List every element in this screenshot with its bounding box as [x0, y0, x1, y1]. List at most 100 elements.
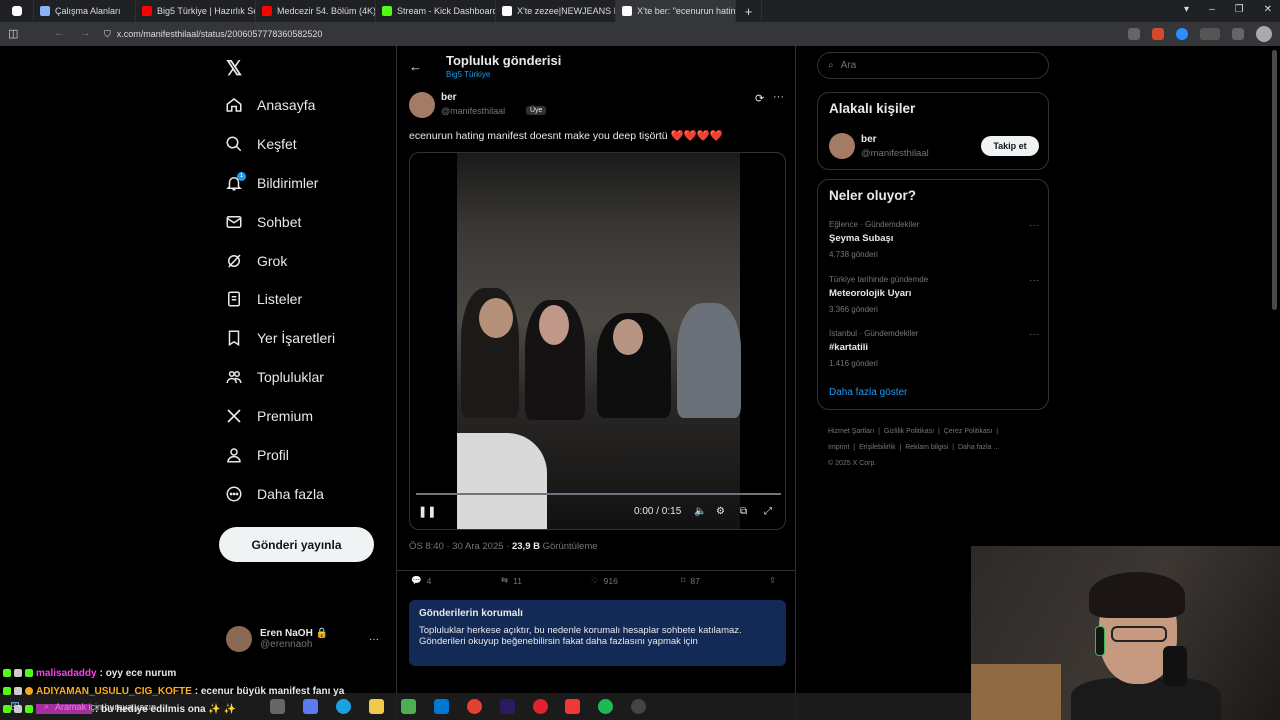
pip-icon[interactable]: ⧉ [740, 506, 747, 517]
more-icon[interactable]: ··· [1029, 220, 1039, 231]
chrome-icon[interactable] [467, 699, 482, 714]
account-switcher[interactable]: Eren NaOH 🔒 @erennaoh ··· [226, 626, 379, 652]
tweet-text-body: ecenurun hating manifest doesnt make you… [409, 130, 668, 142]
footer-link[interactable]: Gizlilik Politikası [884, 428, 934, 435]
related-name[interactable]: ber [861, 134, 877, 145]
vivaldi-icon[interactable] [565, 699, 580, 714]
forward-nav-icon[interactable]: → [80, 27, 91, 39]
trend-count: 3.366 gönderi [829, 305, 878, 314]
outlook-icon[interactable] [434, 699, 449, 714]
footer-link[interactable]: Daha fazla ... [958, 444, 999, 451]
video-player[interactable]: ❚❚ 0:00 / 0:15 🔈 ⚙ ⧉ ⤢ [409, 152, 786, 530]
maximize-icon[interactable]: ❐ [1235, 4, 1244, 15]
sidebar-item-chat[interactable]: Sohbet [225, 213, 301, 231]
tab-medcezir[interactable]: Medcezir 54. Bölüm (4K) - Y [256, 0, 376, 22]
footer-link[interactable]: Çerez Politikası [944, 428, 993, 435]
sidebar-item-lists[interactable]: Listeler [225, 290, 302, 308]
sidebar-item-profile[interactable]: Profil [225, 446, 289, 464]
x-logo-icon [622, 6, 632, 16]
sub-badge-icon [14, 687, 22, 695]
author-handle[interactable]: @manifesthilaal [441, 106, 505, 116]
sidebar-item-more[interactable]: Daha fazla [225, 485, 324, 503]
x-logo-icon[interactable]: 𝕏 [226, 56, 242, 81]
timestamp[interactable]: ÖS 8:40 · 30 Ara 2025 · [409, 541, 512, 552]
settings-icon[interactable]: ⚙ [716, 506, 725, 517]
vpn-icon[interactable] [1200, 28, 1220, 40]
footer-link[interactable]: Reklam bilgisi [905, 444, 948, 451]
author-name[interactable]: ber [441, 92, 457, 103]
sidebar-item-premium[interactable]: Premium [225, 407, 313, 425]
list-icon [228, 291, 240, 307]
hearts-emoji: ❤️❤️❤️❤️ [670, 130, 723, 142]
sidebar-item-communities[interactable]: Topluluklar [225, 368, 324, 386]
back-nav-icon[interactable]: ← [54, 27, 65, 39]
trends-panel: Neler oluyor? Eğlence · Gündemdekiler Şe… [817, 179, 1049, 410]
share-button[interactable]: ⇪ [769, 575, 776, 586]
trend-item[interactable]: İstanbul · Gündemdekiler #kartatili 1.41… [829, 329, 1039, 368]
extension-icon[interactable] [1176, 28, 1188, 40]
tab-workspaces[interactable]: Çalışma Alanları [34, 0, 136, 22]
post-button[interactable]: Gönderi yayınla [219, 527, 374, 562]
browser-menu-button[interactable] [0, 0, 34, 22]
streamer-hair [1089, 572, 1185, 618]
tab-list-icon[interactable]: ▾ [1184, 4, 1189, 15]
microphone [1163, 646, 1187, 686]
heart-icon: ♡ [591, 575, 599, 585]
tab-x-zezee[interactable]: X'te zezee|NEWJEANS IS FI [496, 0, 616, 22]
more-icon[interactable]: ··· [1029, 275, 1039, 286]
trend-item[interactable]: Eğlence · Gündemdekiler Şeyma Subaşı 4.7… [829, 220, 1039, 259]
search-input[interactable]: ⌕ Ara [817, 52, 1049, 79]
youtube-icon [262, 6, 272, 16]
sidebar-item-explore[interactable]: Keşfet [225, 135, 297, 153]
sidebar-item-grok[interactable]: Grok [225, 252, 287, 270]
tab-x-ber[interactable]: X'te ber: "ecenurun hating [616, 0, 736, 22]
repost-button[interactable]: ⇆ 11 [501, 575, 522, 586]
volume-icon[interactable]: 🔈 [694, 506, 706, 517]
minimize-icon[interactable]: – [1209, 4, 1215, 15]
site-info-icon[interactable]: ⛉ [104, 29, 111, 40]
community-link[interactable]: Big5 Türkiye [446, 70, 490, 79]
bookmark-button[interactable]: ⌑ 87 [681, 575, 700, 586]
spotify-icon[interactable] [598, 699, 613, 714]
footer-link[interactable]: Hizmet Şartları [828, 428, 874, 435]
reply-count: 4 [426, 575, 432, 586]
back-arrow-icon[interactable]: ← [409, 59, 422, 74]
new-tab-button[interactable]: + [736, 0, 762, 22]
related-handle[interactable]: @manifesthilaal [861, 148, 929, 159]
follow-button[interactable]: Takip et [981, 136, 1039, 156]
profile-icon[interactable] [1256, 26, 1272, 42]
show-more-link[interactable]: Daha fazla göster [829, 387, 907, 398]
sidebar-item-label: Topluluklar [257, 369, 324, 385]
url-field[interactable]: ⛉ x.com/manifesthilaal/status/2006057778… [104, 26, 1114, 42]
extension-icon[interactable] [1128, 28, 1140, 40]
avatar[interactable] [409, 92, 435, 118]
extension-icons [1128, 26, 1272, 42]
opera-icon[interactable] [533, 699, 548, 714]
sidebar-toggle-icon[interactable]: ◫ [8, 27, 18, 40]
sidebar-item-bookmarks[interactable]: Yer İşaretleri [225, 329, 335, 347]
tab-big5[interactable]: Big5 Türkiye | Hazırlık Sezo [136, 0, 256, 22]
more-icon[interactable]: ··· [773, 91, 784, 103]
more-icon[interactable]: ··· [1029, 329, 1039, 340]
pause-icon[interactable]: ❚❚ [418, 505, 436, 518]
sidebar-item-home[interactable]: Anasayfa [225, 96, 315, 114]
tab-label: Big5 Türkiye | Hazırlık Sezo [157, 6, 255, 16]
fullscreen-icon[interactable]: ⤢ [764, 506, 772, 517]
reply-button[interactable]: 💬 4 [411, 575, 431, 586]
close-icon[interactable]: ✕ [1264, 4, 1272, 15]
avatar[interactable] [829, 133, 855, 159]
scrollbar[interactable] [1272, 50, 1277, 310]
store-icon[interactable] [401, 699, 416, 714]
sidebar-item-label: Sohbet [257, 214, 302, 230]
premiere-icon[interactable] [500, 699, 515, 714]
tab-kick-dashboard[interactable]: Stream - Kick Dashboard [376, 0, 496, 22]
trend-item[interactable]: Türkiye tarihinde gündemde Meteorolojik … [829, 275, 1039, 314]
footer-link[interactable]: Erişilebilirlik [859, 444, 896, 451]
extension-icon[interactable] [1232, 28, 1244, 40]
like-button[interactable]: ♡ 916 [591, 575, 618, 586]
footer-link[interactable]: Imprint [828, 444, 849, 451]
grok-icon[interactable]: ⟳ [755, 92, 764, 105]
obs-icon[interactable] [631, 699, 646, 714]
extension-icon[interactable] [1152, 28, 1164, 40]
account-more-icon[interactable]: ··· [369, 634, 379, 645]
